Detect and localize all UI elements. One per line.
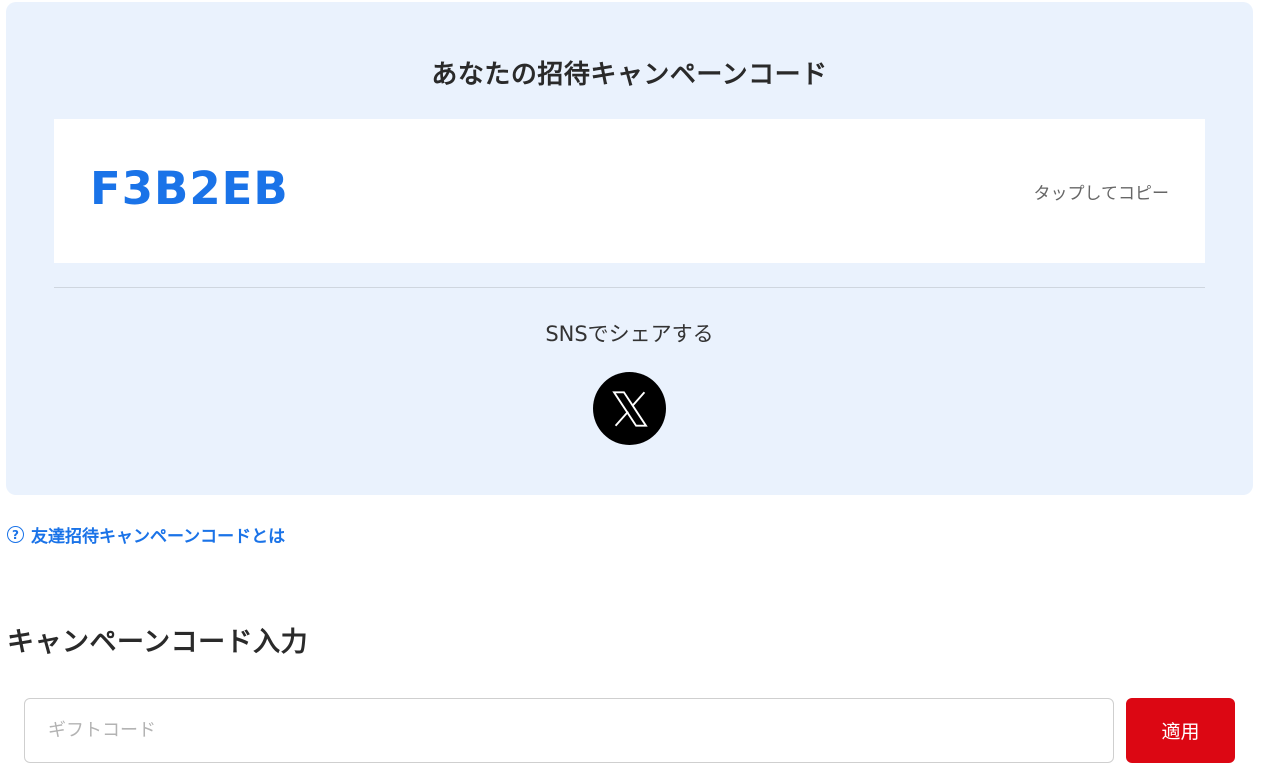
- campaign-code-heading: キャンペーンコード入力: [7, 627, 309, 658]
- invite-code-value: F3B2EB: [90, 162, 289, 215]
- help-link-invite-code[interactable]: ? 友達招待キャンペーンコードとは: [7, 522, 285, 547]
- sns-share-label: SNSでシェアする: [545, 322, 714, 346]
- page: あなたの招待キャンペーンコード F3B2EB タップしてコピー SNSでシェアす…: [0, 0, 1263, 768]
- help-link-text: 友達招待キャンペーンコードとは: [31, 527, 286, 547]
- invite-code-copy-box[interactable]: F3B2EB タップしてコピー: [54, 119, 1205, 263]
- x-logo-icon: [611, 390, 648, 427]
- apply-button[interactable]: 適用: [1126, 698, 1235, 763]
- invite-code-panel: あなたの招待キャンペーンコード F3B2EB タップしてコピー SNSでシェアす…: [6, 2, 1253, 495]
- question-circle-icon: ?: [7, 526, 24, 543]
- divider: [54, 287, 1205, 288]
- invite-title: あなたの招待キャンペーンコード: [431, 60, 828, 90]
- gift-code-input[interactable]: [24, 698, 1114, 763]
- copy-label: タップしてコピー: [1033, 184, 1170, 204]
- x-share-button[interactable]: [593, 372, 666, 445]
